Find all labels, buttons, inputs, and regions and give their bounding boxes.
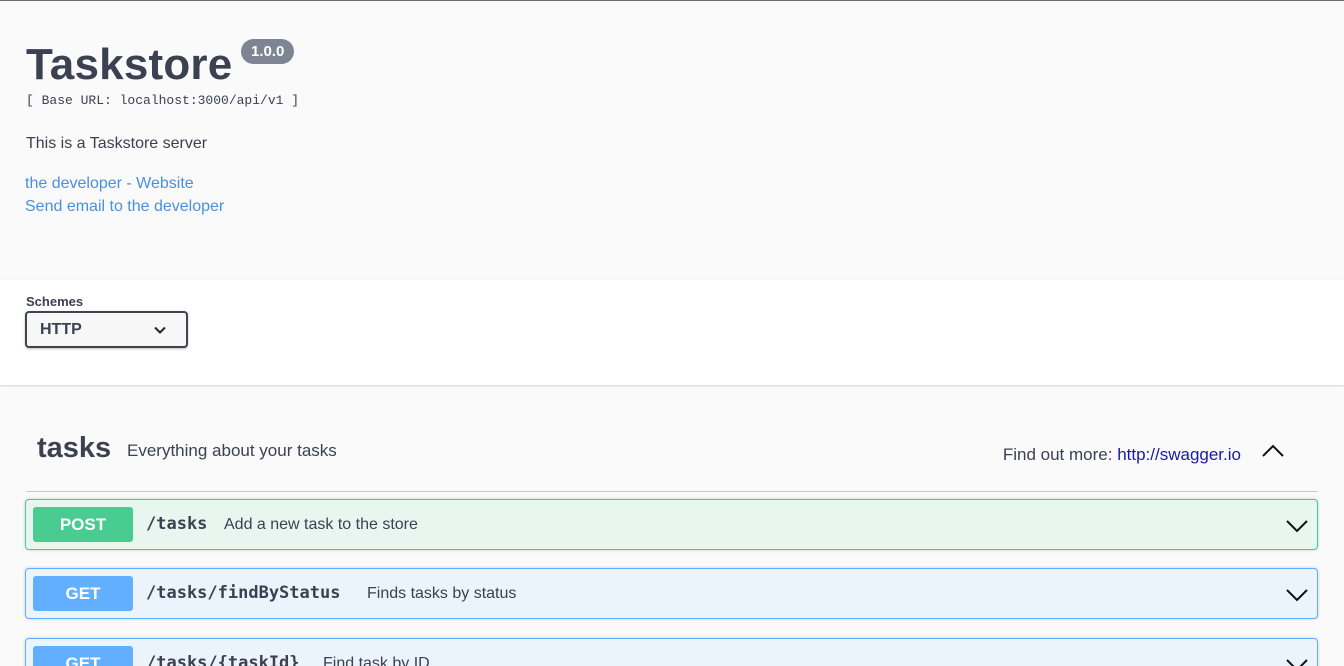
method-badge-get: GET xyxy=(33,646,133,666)
swagger-link[interactable]: http://swagger.io xyxy=(1117,445,1241,464)
api-title: Taskstore xyxy=(26,40,233,89)
method-badge-post: POST xyxy=(33,507,133,542)
operation-summary: Add a new task to the store xyxy=(224,516,418,533)
version-badge: 1.0.0 xyxy=(241,39,295,64)
title-row: Taskstore 1.0.0 xyxy=(26,39,295,91)
api-description: This is a Taskstore server xyxy=(26,135,208,152)
base-url: [ Base URL: localhost:3000/api/v1 ] xyxy=(26,93,300,108)
schemes-section: Schemes HTTP xyxy=(0,280,1344,385)
api-info: Taskstore 1.0.0 [ Base URL: localhost:30… xyxy=(0,1,1344,280)
operation-get-findbystatus[interactable]: GET /tasks/findByStatus Finds tasks by s… xyxy=(25,568,1318,619)
operation-post-tasks[interactable]: POST /tasks Add a new task to the store xyxy=(25,499,1318,550)
developer-website-link[interactable]: the developer - Website xyxy=(25,175,194,193)
method-badge-get: GET xyxy=(33,576,133,611)
find-out-more-label: Find out more: xyxy=(1002,445,1118,464)
chevron-up-icon[interactable] xyxy=(1260,438,1286,464)
chevron-down-icon xyxy=(154,326,166,334)
chevron-down-icon[interactable] xyxy=(1285,653,1309,666)
developer-email-link[interactable]: Send email to the developer xyxy=(25,198,224,216)
tag-name: tasks xyxy=(37,432,112,464)
schemes-select[interactable]: HTTP xyxy=(25,311,188,348)
schemes-label: Schemes xyxy=(26,294,84,309)
operation-path: /tasks/findByStatus xyxy=(146,583,341,603)
operation-summary: Finds tasks by status xyxy=(367,585,517,602)
operation-get-task-by-id[interactable]: GET /tasks/{taskId} Find task by ID xyxy=(25,638,1318,666)
chevron-down-icon[interactable] xyxy=(1285,514,1309,538)
operation-summary: Find task by ID xyxy=(323,655,430,666)
find-out-more: Find out more: http://swagger.io xyxy=(1003,445,1241,465)
schemes-selected-value: HTTP xyxy=(40,321,82,338)
tag-section-header[interactable]: tasks Everything about your tasks Find o… xyxy=(26,430,1318,492)
operation-path: /tasks xyxy=(146,514,208,534)
operation-path: /tasks/{taskId} xyxy=(146,653,300,666)
chevron-down-icon[interactable] xyxy=(1285,583,1309,607)
tag-description: Everything about your tasks xyxy=(127,441,337,460)
